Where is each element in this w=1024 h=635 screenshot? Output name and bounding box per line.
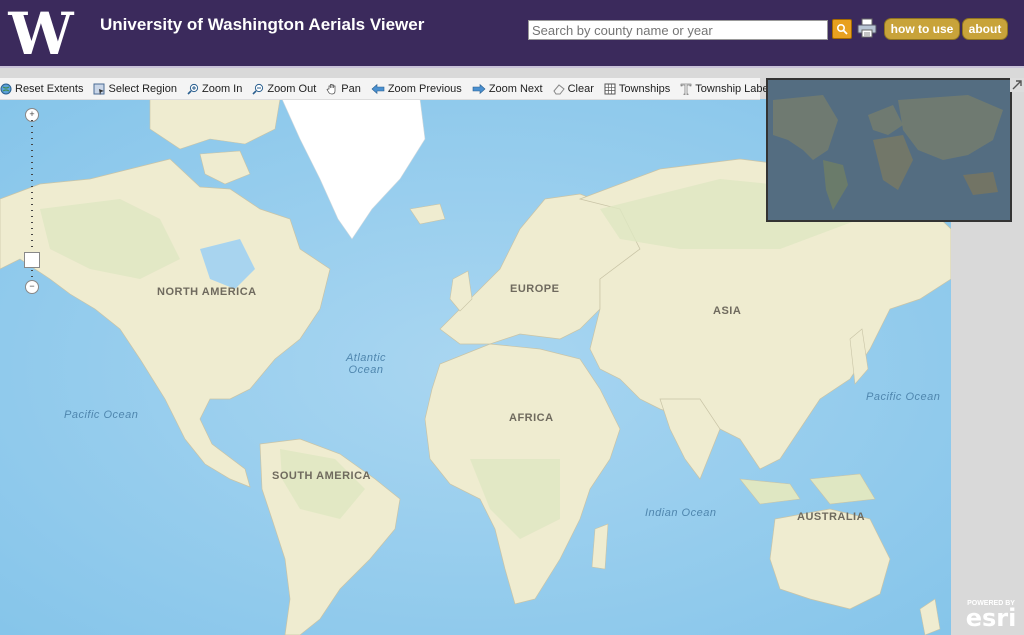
zoom-next-button[interactable]: Zoom Next [472,83,543,95]
pan-button[interactable]: Pan [326,83,361,95]
eraser-icon [552,83,565,94]
label-pacific-ocean-west: Pacific Ocean [64,409,139,421]
arrow-left-icon [371,83,385,94]
globe-icon [0,83,12,94]
zoom-previous-button[interactable]: Zoom Previous [371,83,462,95]
zoom-in-button[interactable]: Zoom In [187,83,242,95]
app-window: W University of Washington Aerials Viewe… [0,0,1024,635]
hand-icon [326,83,336,94]
map-toolbar: Reset Extents Select Region Zoom In Zoom… [0,78,777,100]
esri-attribution-logo: POWERED BY esri [965,600,1017,632]
zoom-out-icon [252,83,264,95]
township-labels-button[interactable]: Township Labels [680,82,777,95]
townships-label: Townships [618,82,671,95]
uw-logo: W [7,4,74,60]
search-input[interactable] [528,20,828,40]
text-icon [680,83,692,95]
township-labels-label: Township Labels [695,82,777,95]
logo-letter: W [7,4,74,60]
label-north-america: NORTH AMERICA [157,286,257,298]
zoom-previous-label: Zoom Previous [387,82,462,95]
zoom-next-label: Zoom Next [488,82,543,95]
clear-label: Clear [567,82,594,95]
zoom-slider-minus-button[interactable]: − [25,280,39,294]
expand-arrow-icon [1012,80,1022,90]
label-pacific-ocean-east: Pacific Ocean [866,391,941,403]
search-icon [836,23,848,35]
select-region-label: Select Region [108,82,177,95]
header-bar: W University of Washington Aerials Viewe… [0,0,1024,68]
how-to-use-button[interactable]: how to use [884,18,960,40]
about-button[interactable]: about [962,18,1008,40]
overview-map-image [768,80,1010,220]
label-atlantic-ocean: Atlantic Ocean [345,352,387,376]
label-asia: ASIA [713,305,742,317]
app-title: University of Washington Aerials Viewer [100,15,425,34]
select-region-button[interactable]: Select Region [93,83,177,95]
zoom-slider[interactable]: + − [24,108,40,294]
reset-extents-button[interactable]: Reset Extents [0,83,83,95]
label-europe: EUROPE [510,283,560,295]
zoom-out-label: Zoom Out [267,82,317,95]
label-south-america: SOUTH AMERICA [272,470,371,482]
grid-icon [604,83,616,94]
zoom-slider-handle[interactable] [24,252,40,268]
search-button[interactable] [832,19,852,39]
label-indian-ocean: Indian Ocean [645,507,717,519]
overview-toggle-button[interactable] [1010,78,1024,92]
print-icon[interactable] [856,17,878,39]
townships-button[interactable]: Townships [604,83,670,95]
zoom-in-icon [187,83,199,95]
select-region-icon [93,83,105,95]
overview-map[interactable] [766,78,1012,222]
zoom-in-label: Zoom In [201,82,243,95]
arrow-right-icon [472,83,486,94]
pan-label: Pan [341,82,361,95]
reset-extents-label: Reset Extents [15,82,84,95]
clear-button[interactable]: Clear [552,82,594,95]
zoom-out-button[interactable]: Zoom Out [252,83,316,95]
label-australia: AUSTRALIA [797,511,866,523]
label-africa: AFRICA [509,412,554,424]
